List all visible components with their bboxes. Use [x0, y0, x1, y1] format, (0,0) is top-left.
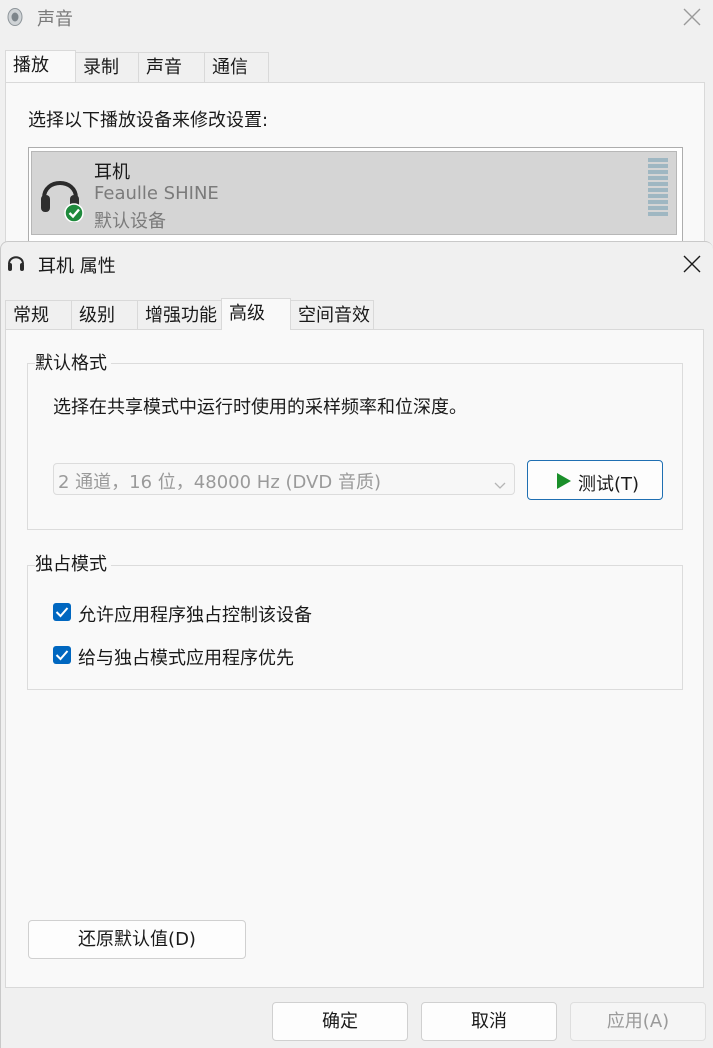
default-format-group [27, 363, 683, 530]
headphones-icon [38, 168, 86, 223]
apply-button: 应用(A) [570, 1002, 706, 1041]
headphones-title-icon [7, 252, 25, 274]
speaker-icon [6, 7, 24, 27]
tab-levels[interactable]: 级别 [71, 300, 138, 330]
format-select[interactable]: 2 通道，16 位，48000 Hz (DVD 音质) [53, 463, 515, 495]
restore-defaults-button[interactable]: 还原默认值(D) [28, 920, 246, 959]
device-model: Feaulle SHINE [94, 183, 219, 204]
exclusive-priority-checkbox[interactable] [53, 646, 71, 664]
device-item-headphones[interactable]: 耳机 Feaulle SHINE 默认设备 [31, 151, 677, 235]
play-icon [556, 472, 572, 490]
test-button-label: 测试(T) [578, 474, 640, 495]
format-select-value: 2 通道，16 位，48000 Hz (DVD 音质) [58, 472, 381, 493]
cancel-button[interactable]: 取消 [421, 1002, 557, 1041]
window-title: 声音 [37, 9, 73, 30]
tab-communications[interactable]: 通信 [204, 52, 269, 82]
device-instruction: 选择以下播放设备来修改设置: [28, 110, 269, 131]
device-status: 默认设备 [94, 211, 166, 232]
ok-button[interactable]: 确定 [272, 1002, 408, 1041]
properties-dialog: 耳机 属性 常规 级别 增强功能 高级 空间音效 默认格式 选择在共享模式中运行… [0, 241, 713, 1048]
tab-strip: 常规 级别 增强功能 高级 空间音效 [5, 298, 705, 330]
tab-sounds[interactable]: 声音 [138, 52, 205, 82]
device-name: 耳机 [94, 162, 130, 183]
tab-playback[interactable]: 播放 [5, 50, 76, 82]
volume-meter [648, 158, 668, 218]
tab-general[interactable]: 常规 [5, 300, 72, 330]
tab-advanced[interactable]: 高级 [221, 298, 291, 330]
tab-spatial-sound[interactable]: 空间音效 [290, 300, 374, 330]
allow-exclusive-checkbox[interactable] [53, 603, 71, 621]
tab-enhancements[interactable]: 增强功能 [137, 300, 223, 330]
exclusive-mode-label: 独占模式 [35, 554, 111, 576]
tab-recording[interactable]: 录制 [75, 52, 141, 82]
exclusive-priority-label[interactable]: 给与独占模式应用程序优先 [78, 644, 294, 670]
default-format-description: 选择在共享模式中运行时使用的采样频率和位深度。 [53, 397, 467, 418]
allow-exclusive-label[interactable]: 允许应用程序独占控制该设备 [78, 601, 312, 627]
close-icon[interactable] [681, 253, 703, 275]
dialog-title: 耳机 属性 [38, 256, 116, 277]
exclusive-mode-group [27, 565, 683, 690]
chevron-down-icon [494, 474, 506, 489]
default-format-label: 默认格式 [35, 353, 111, 375]
close-icon[interactable] [681, 6, 703, 28]
tab-strip: 播放 录制 声音 通信 [5, 50, 705, 82]
test-button[interactable]: 测试(T) [527, 460, 663, 500]
